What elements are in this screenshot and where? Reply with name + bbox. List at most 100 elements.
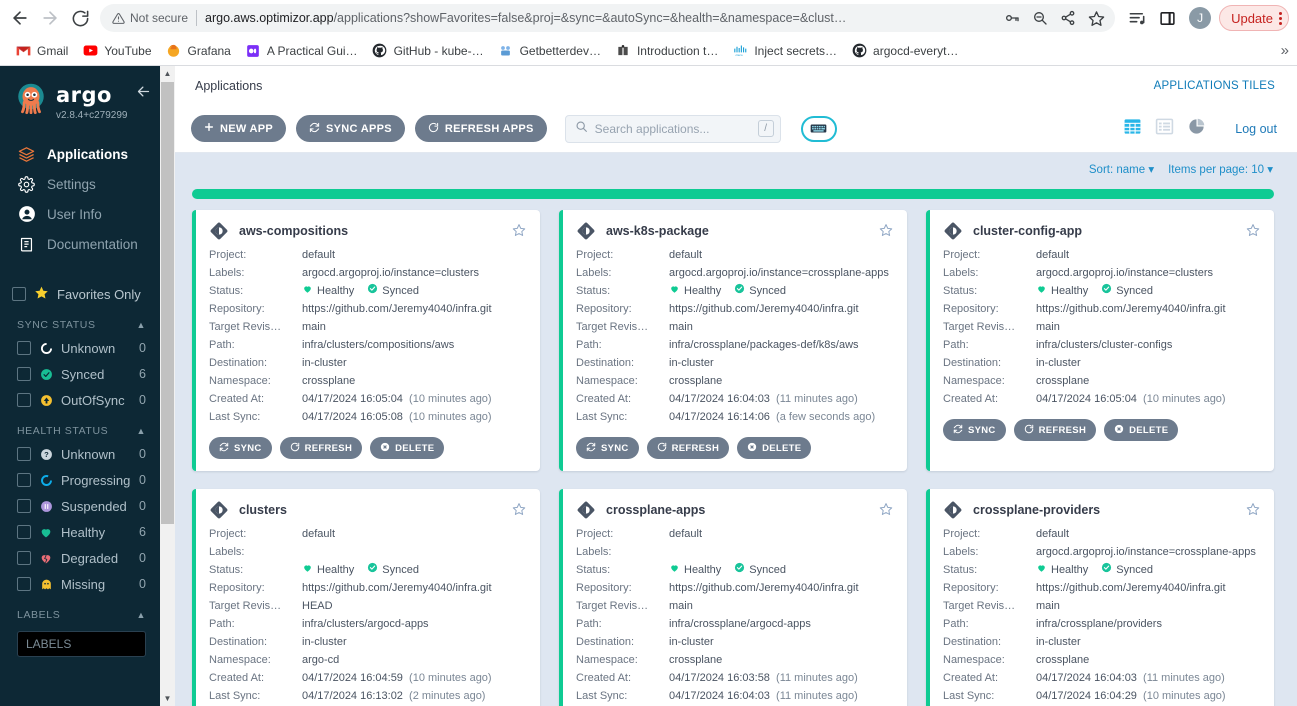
application-name[interactable]: cluster-config-app [973,224,1236,238]
scroll-up-arrow-icon[interactable]: ▲ [164,66,172,81]
bookmark-inject-secrets[interactable]: cisco Inject secrets… [725,39,844,63]
reload-icon[interactable] [66,4,94,32]
health-missing-checkbox[interactable] [17,577,31,591]
health-filter-missing[interactable]: Missing 0 [0,571,160,597]
favorites-only-checkbox[interactable] [12,287,26,301]
bookmark-github-kube[interactable]: GitHub - kube-… [365,39,491,63]
bookmark-grafana[interactable]: Grafana [159,39,238,63]
sync-filter-outofsync[interactable]: OutOfSync 0 [0,387,160,413]
card-delete-button[interactable]: DELETE [370,437,445,459]
application-card[interactable]: aws-compositions Project: default Labels: ar… [192,210,540,471]
logout-button[interactable]: Log out [1235,122,1277,136]
application-name[interactable]: crossplane-apps [606,503,869,517]
application-card[interactable]: crossplane-apps Project: default Labels: Sta… [559,489,907,706]
card-refresh-button[interactable]: REFRESH [1013,419,1097,441]
reading-list-icon[interactable] [1123,4,1151,32]
favorite-star-icon[interactable] [512,502,526,519]
favorites-only-filter[interactable]: Favorites Only [0,281,160,307]
card-delete-button[interactable]: DELETE [1104,419,1179,441]
application-card[interactable]: cluster-config-app Project: default Labels:… [926,210,1274,471]
health-healthy-checkbox[interactable] [17,525,31,539]
sort-dropdown[interactable]: Sort: name ▾ [1089,162,1154,176]
bookmark-argocd-everything[interactable]: argocd-everyt… [844,39,965,63]
address-bar[interactable]: Not secure argo.aws.optimizor.app/applic… [100,4,1116,32]
labels-section-header[interactable]: LABELS ▲ [0,597,160,625]
favorite-star-icon[interactable] [1246,223,1260,240]
chrome-menu-icon[interactable] [1279,11,1282,25]
card-refresh-button[interactable]: REFRESH [646,437,730,459]
search-input[interactable]: Search applications... / [564,114,781,143]
application-name[interactable]: crossplane-providers [973,503,1236,517]
card-sync-button[interactable]: SYNC [943,419,1006,441]
card-sync-button[interactable]: SYNC [576,437,639,459]
card-delete-button[interactable]: DELETE [737,437,812,459]
bookmarks-overflow-button[interactable]: » [1281,42,1289,59]
card-refresh-button[interactable]: REFRESH [279,437,363,459]
sidebar-item-documentation[interactable]: Documentation [0,229,160,259]
forward-arrow-icon[interactable] [36,4,64,32]
side-panel-icon[interactable] [1153,4,1181,32]
bookmark-introduction[interactable]: Introduction t… [608,39,725,63]
avatar[interactable]: J [1189,7,1212,29]
application-card[interactable]: aws-k8s-package Project: default Labels: arg… [559,210,907,471]
favorite-star-icon[interactable] [879,502,893,519]
sidebar-item-user-info[interactable]: User Info [0,199,160,229]
health-unknown-checkbox[interactable] [17,447,31,461]
card-sync-button[interactable]: SYNC [209,437,272,459]
items-per-page-dropdown[interactable]: Items per page: 10 ▾ [1168,162,1273,176]
chevron-up-icon[interactable]: ▲ [136,426,146,436]
application-name[interactable]: aws-k8s-package [606,224,869,238]
update-button[interactable]: Update [1219,5,1289,31]
pie-chart-icon[interactable] [1187,117,1206,141]
sync-status-section-header[interactable]: SYNC STATUS ▲ [0,307,160,335]
grid-view-icon[interactable] [1123,117,1142,141]
bookmark-gmail[interactable]: Gmail [8,39,75,63]
favorite-star-icon[interactable] [512,223,526,240]
applications-tiles-link[interactable]: APPLICATIONS TILES [1154,80,1275,92]
refresh-apps-button[interactable]: REFRESH APPS [414,115,547,142]
bookmark-star-icon[interactable] [1083,5,1109,31]
destination-row: Destination: in-cluster [943,633,1260,651]
zoom-out-icon[interactable] [1027,5,1053,31]
keyboard-shortcuts-button[interactable] [800,115,837,142]
chevron-up-icon[interactable]: ▲ [136,610,146,620]
health-filter-degraded[interactable]: Degraded 0 [0,545,160,571]
application-card[interactable]: crossplane-providers Project: default Label… [926,489,1274,706]
application-card[interactable]: clusters Project: default Labels: Status: Hea… [192,489,540,706]
application-name[interactable]: aws-compositions [239,224,502,238]
left-arrow-icon[interactable] [135,82,152,104]
not-secure-indicator[interactable]: Not secure [112,11,188,25]
health-status-section-header[interactable]: HEALTH STATUS ▲ [0,413,160,441]
health-suspended-checkbox[interactable] [17,499,31,513]
health-filter-progressing[interactable]: Progressing 0 [0,467,160,493]
health-filter-unknown[interactable]: ? Unknown 0 [0,441,160,467]
sync-outofsync-checkbox[interactable] [17,393,31,407]
bookmark-youtube[interactable]: YouTube [75,39,158,63]
scrollbar-thumb[interactable] [161,82,174,524]
sync-filter-synced[interactable]: Synced 6 [0,361,160,387]
new-app-button[interactable]: NEW APP [191,115,287,142]
health-progressing-checkbox[interactable] [17,473,31,487]
page-scrollbar[interactable]: ▲ ▼ [160,66,175,706]
application-name[interactable]: clusters [239,503,502,517]
favorite-star-icon[interactable] [1246,502,1260,519]
sync-unknown-checkbox[interactable] [17,341,31,355]
scroll-down-arrow-icon[interactable]: ▼ [160,691,175,706]
health-filter-suspended[interactable]: Suspended 0 [0,493,160,519]
sync-filter-unknown[interactable]: Unknown 0 [0,335,160,361]
sync-synced-checkbox[interactable] [17,367,31,381]
bookmark-getbetterdev[interactable]: Getbetterdev… [491,39,608,63]
list-view-icon[interactable] [1155,117,1174,141]
back-arrow-icon[interactable] [6,4,34,32]
favorite-star-icon[interactable] [879,223,893,240]
sidebar-item-settings[interactable]: Settings [0,169,160,199]
labels-input[interactable]: LABELS [17,631,146,657]
bookmark-a-practical-guide[interactable]: A Practical Gui… [238,39,365,63]
sidebar-item-applications[interactable]: Applications [0,139,160,169]
chevron-up-icon[interactable]: ▲ [136,320,146,330]
health-degraded-checkbox[interactable] [17,551,31,565]
sync-apps-button[interactable]: SYNC APPS [296,115,405,142]
key-icon[interactable] [999,5,1025,31]
health-filter-healthy[interactable]: Healthy 6 [0,519,160,545]
share-icon[interactable] [1055,5,1081,31]
